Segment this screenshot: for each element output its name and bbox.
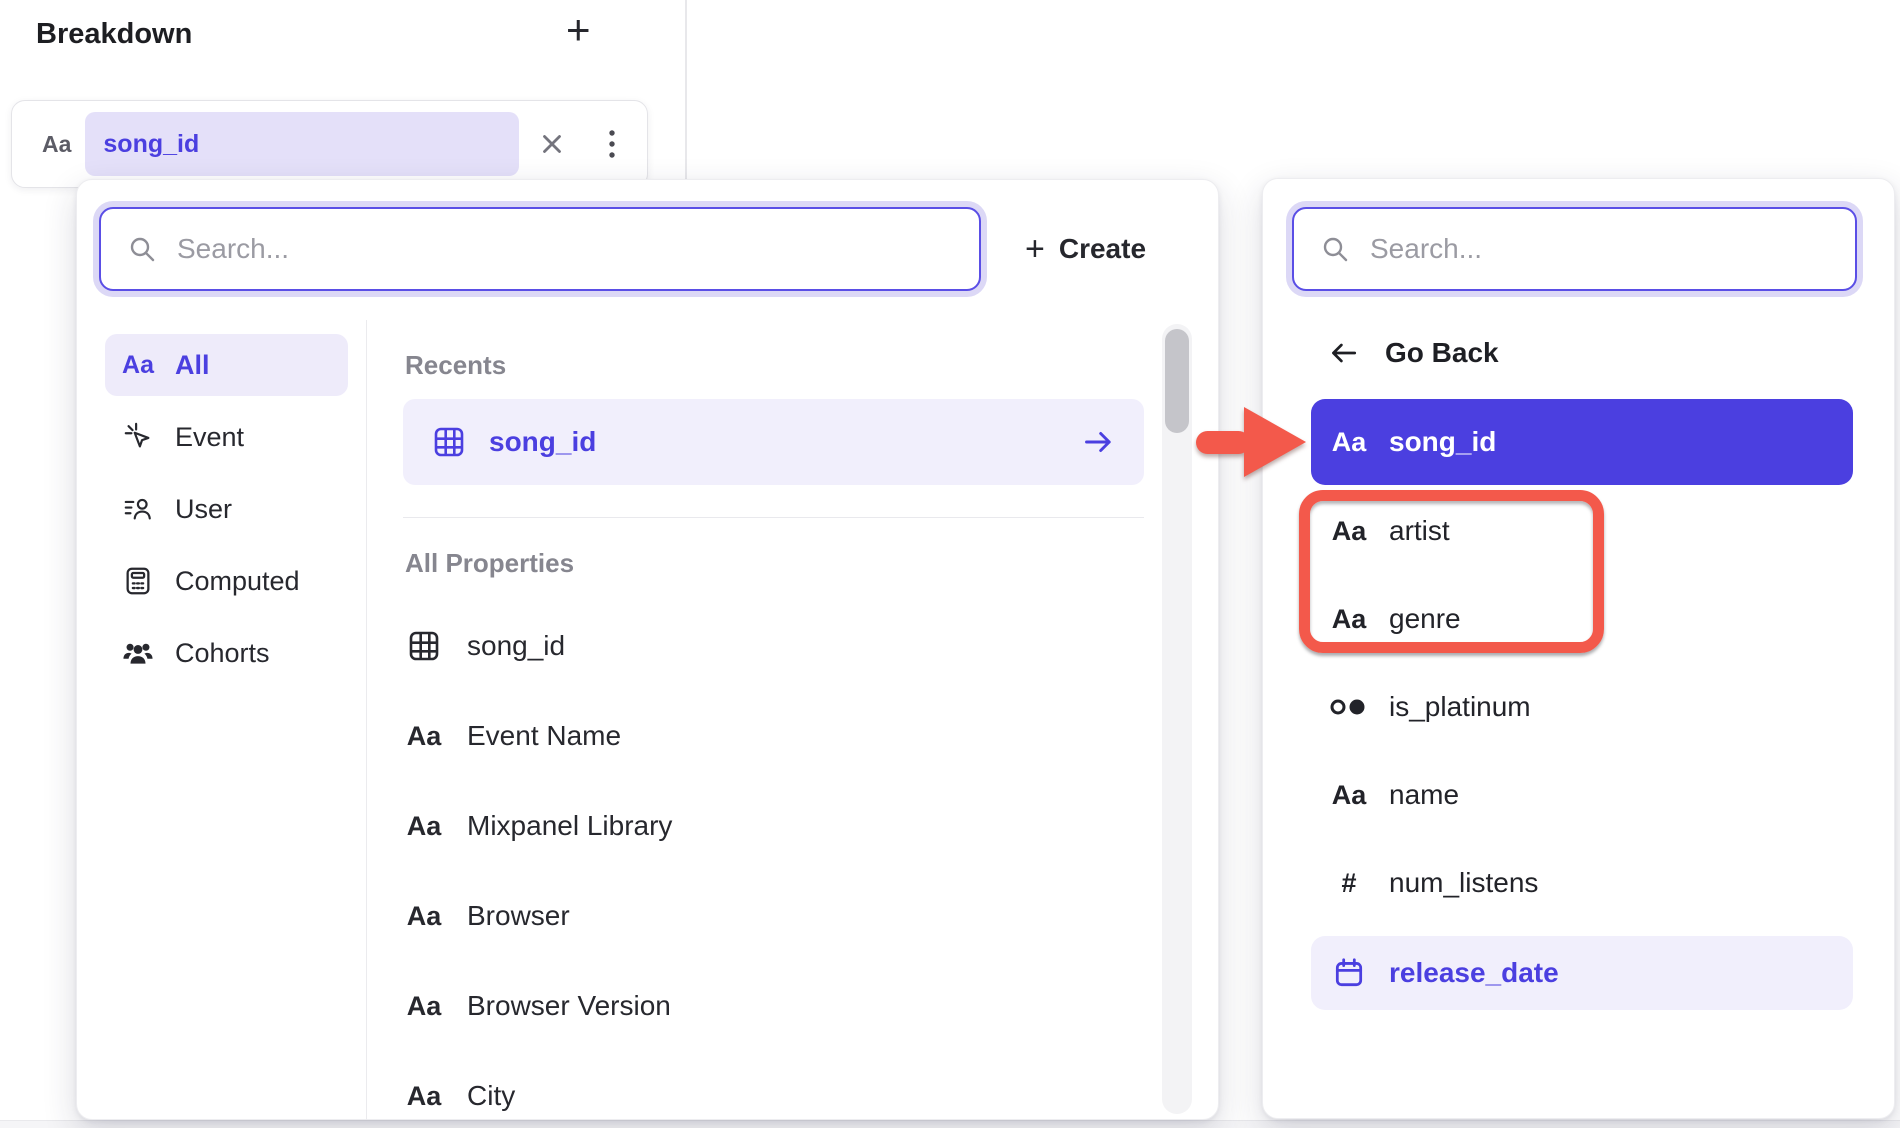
text-type-icon: Aa xyxy=(121,351,155,380)
category-sidebar: Aa All Event User Computed xyxy=(77,320,366,1120)
table-grid-icon xyxy=(405,628,443,664)
detail-item-is-platinum[interactable]: is_platinum xyxy=(1311,663,1853,751)
picker-scrollbar-track[interactable] xyxy=(1162,324,1192,1114)
category-cohorts[interactable]: Cohorts xyxy=(105,622,348,684)
detail-item-artist[interactable]: Aa artist xyxy=(1311,487,1853,575)
detail-item-release-date[interactable]: release_date xyxy=(1311,936,1853,1010)
calendar-icon xyxy=(1329,956,1369,990)
picker-scrollbar-thumb[interactable] xyxy=(1165,329,1189,433)
category-all[interactable]: Aa All xyxy=(105,334,348,396)
section-divider xyxy=(403,517,1144,518)
text-type-icon: Aa xyxy=(1329,427,1369,458)
recents-header: Recents xyxy=(405,350,1144,381)
category-computed[interactable]: Computed xyxy=(105,550,348,612)
search-icon xyxy=(127,234,157,264)
boolean-type-icon xyxy=(1329,695,1369,719)
picker-search-box xyxy=(99,207,981,291)
breakdown-property-chip[interactable]: song_id xyxy=(85,112,519,176)
create-property-button[interactable]: + Create xyxy=(1025,232,1146,266)
number-type-icon: # xyxy=(1329,868,1369,899)
property-item-browser[interactable]: Aa Browser xyxy=(403,871,1144,961)
detail-item-song-id[interactable]: Aa song_id xyxy=(1311,399,1853,485)
detail-property-list: Aa song_id Aa artist Aa genre is_platinu… xyxy=(1311,399,1853,1010)
add-breakdown-button[interactable]: + xyxy=(566,6,591,54)
property-list: Recents song_id All Properties song_id A… xyxy=(367,320,1218,1120)
remove-breakdown-icon[interactable] xyxy=(537,129,567,159)
detail-search-input[interactable] xyxy=(1370,233,1839,265)
event-cursor-icon xyxy=(121,421,155,453)
all-properties-header: All Properties xyxy=(405,548,1144,579)
category-event[interactable]: Event xyxy=(105,406,348,468)
breakdown-property-value: song_id xyxy=(103,130,199,159)
detail-search-box xyxy=(1292,207,1857,291)
text-type-icon: Aa xyxy=(1329,604,1369,635)
property-item-city[interactable]: Aa City xyxy=(403,1051,1144,1128)
go-back-button[interactable]: Go Back xyxy=(1327,337,1499,369)
category-user[interactable]: User xyxy=(105,478,348,540)
text-type-icon: Aa xyxy=(405,901,443,932)
property-type-icon: Aa xyxy=(42,131,71,158)
property-picker-dropdown: + Create Aa All Event User xyxy=(76,179,1219,1120)
property-item-mixpanel-library[interactable]: Aa Mixpanel Library xyxy=(403,781,1144,871)
detail-item-name[interactable]: Aa name xyxy=(1311,751,1853,839)
property-item-song-id[interactable]: song_id xyxy=(403,601,1144,691)
text-type-icon: Aa xyxy=(405,721,443,752)
detail-item-genre[interactable]: Aa genre xyxy=(1311,575,1853,663)
property-item-event-name[interactable]: Aa Event Name xyxy=(403,691,1144,781)
plus-icon: + xyxy=(1025,232,1045,266)
chip-menu-kebab-icon[interactable] xyxy=(603,127,621,161)
text-type-icon: Aa xyxy=(1329,516,1369,547)
calculator-icon xyxy=(121,565,155,597)
drill-in-arrow-right-icon[interactable] xyxy=(1082,425,1116,459)
property-item-browser-version[interactable]: Aa Browser Version xyxy=(403,961,1144,1051)
text-type-icon: Aa xyxy=(1329,780,1369,811)
user-icon xyxy=(121,493,155,525)
recent-property-song-id[interactable]: song_id xyxy=(403,399,1144,485)
people-group-icon xyxy=(121,638,155,668)
text-type-icon: Aa xyxy=(405,991,443,1022)
text-type-icon: Aa xyxy=(405,1081,443,1112)
picker-search-input[interactable] xyxy=(177,233,963,265)
breakdown-chip-card: Aa song_id xyxy=(11,100,648,188)
detail-item-num-listens[interactable]: # num_listens xyxy=(1311,839,1853,927)
arrow-left-icon xyxy=(1327,337,1359,369)
table-grid-icon xyxy=(431,424,467,460)
search-icon xyxy=(1320,234,1350,264)
breakdown-section-title: Breakdown xyxy=(36,18,192,51)
property-detail-dropdown: Go Back Aa song_id Aa artist Aa genre is… xyxy=(1262,178,1895,1119)
text-type-icon: Aa xyxy=(405,811,443,842)
